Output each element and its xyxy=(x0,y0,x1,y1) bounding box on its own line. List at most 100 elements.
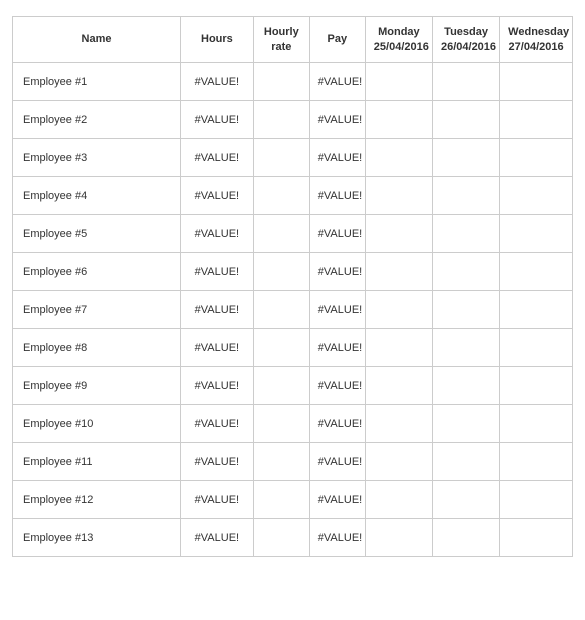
cell-name-1[interactable]: Employee #1 xyxy=(13,63,181,101)
cell-hours-10[interactable]: #VALUE! xyxy=(181,405,254,443)
cell-monday-12[interactable] xyxy=(365,481,432,519)
cell-rate-13[interactable] xyxy=(253,519,309,557)
cell-rate-5[interactable] xyxy=(253,215,309,253)
cell-wednesday-10[interactable] xyxy=(500,405,573,443)
cell-wednesday-5[interactable] xyxy=(500,215,573,253)
cell-rate-9[interactable] xyxy=(253,367,309,405)
cell-tuesday-7[interactable] xyxy=(432,291,499,329)
table-row: Employee #12#VALUE!#VALUE! xyxy=(13,481,573,519)
table-row: Employee #13#VALUE!#VALUE! xyxy=(13,519,573,557)
cell-rate-10[interactable] xyxy=(253,405,309,443)
cell-wednesday-11[interactable] xyxy=(500,443,573,481)
cell-name-13[interactable]: Employee #13 xyxy=(13,519,181,557)
cell-monday-2[interactable] xyxy=(365,101,432,139)
cell-tuesday-3[interactable] xyxy=(432,139,499,177)
cell-name-4[interactable]: Employee #4 xyxy=(13,177,181,215)
cell-wednesday-3[interactable] xyxy=(500,139,573,177)
cell-monday-11[interactable] xyxy=(365,443,432,481)
cell-monday-3[interactable] xyxy=(365,139,432,177)
cell-tuesday-1[interactable] xyxy=(432,63,499,101)
cell-name-7[interactable]: Employee #7 xyxy=(13,291,181,329)
cell-pay-6[interactable]: #VALUE! xyxy=(309,253,365,291)
cell-hours-4[interactable]: #VALUE! xyxy=(181,177,254,215)
cell-rate-11[interactable] xyxy=(253,443,309,481)
cell-name-2[interactable]: Employee #2 xyxy=(13,101,181,139)
cell-rate-1[interactable] xyxy=(253,63,309,101)
cell-hours-1[interactable]: #VALUE! xyxy=(181,63,254,101)
cell-pay-4[interactable]: #VALUE! xyxy=(309,177,365,215)
cell-name-8[interactable]: Employee #8 xyxy=(13,329,181,367)
cell-pay-2[interactable]: #VALUE! xyxy=(309,101,365,139)
cell-name-11[interactable]: Employee #11 xyxy=(13,443,181,481)
cell-name-6[interactable]: Employee #6 xyxy=(13,253,181,291)
cell-name-3[interactable]: Employee #3 xyxy=(13,139,181,177)
cell-tuesday-2[interactable] xyxy=(432,101,499,139)
cell-name-5[interactable]: Employee #5 xyxy=(13,215,181,253)
cell-tuesday-5[interactable] xyxy=(432,215,499,253)
cell-wednesday-7[interactable] xyxy=(500,291,573,329)
cell-rate-12[interactable] xyxy=(253,481,309,519)
cell-monday-9[interactable] xyxy=(365,367,432,405)
cell-hours-6[interactable]: #VALUE! xyxy=(181,253,254,291)
cell-tuesday-12[interactable] xyxy=(432,481,499,519)
spreadsheet-container: Name Hours Hourlyrate Pay Monday25/04/20… xyxy=(0,0,585,573)
cell-wednesday-12[interactable] xyxy=(500,481,573,519)
table-row: Employee #8#VALUE!#VALUE! xyxy=(13,329,573,367)
cell-hours-8[interactable]: #VALUE! xyxy=(181,329,254,367)
cell-monday-7[interactable] xyxy=(365,291,432,329)
cell-pay-7[interactable]: #VALUE! xyxy=(309,291,365,329)
cell-tuesday-9[interactable] xyxy=(432,367,499,405)
cell-tuesday-6[interactable] xyxy=(432,253,499,291)
cell-pay-11[interactable]: #VALUE! xyxy=(309,443,365,481)
cell-tuesday-13[interactable] xyxy=(432,519,499,557)
cell-hours-5[interactable]: #VALUE! xyxy=(181,215,254,253)
table-row: Employee #4#VALUE!#VALUE! xyxy=(13,177,573,215)
cell-rate-4[interactable] xyxy=(253,177,309,215)
cell-rate-3[interactable] xyxy=(253,139,309,177)
cell-tuesday-4[interactable] xyxy=(432,177,499,215)
cell-monday-4[interactable] xyxy=(365,177,432,215)
cell-pay-3[interactable]: #VALUE! xyxy=(309,139,365,177)
cell-pay-8[interactable]: #VALUE! xyxy=(309,329,365,367)
cell-name-10[interactable]: Employee #10 xyxy=(13,405,181,443)
cell-monday-5[interactable] xyxy=(365,215,432,253)
cell-hours-9[interactable]: #VALUE! xyxy=(181,367,254,405)
cell-name-9[interactable]: Employee #9 xyxy=(13,367,181,405)
cell-rate-2[interactable] xyxy=(253,101,309,139)
cell-pay-13[interactable]: #VALUE! xyxy=(309,519,365,557)
cell-hours-2[interactable]: #VALUE! xyxy=(181,101,254,139)
cell-wednesday-2[interactable] xyxy=(500,101,573,139)
cell-pay-10[interactable]: #VALUE! xyxy=(309,405,365,443)
cell-monday-10[interactable] xyxy=(365,405,432,443)
cell-tuesday-11[interactable] xyxy=(432,443,499,481)
cell-monday-8[interactable] xyxy=(365,329,432,367)
cell-hours-13[interactable]: #VALUE! xyxy=(181,519,254,557)
cell-hours-3[interactable]: #VALUE! xyxy=(181,139,254,177)
cell-wednesday-8[interactable] xyxy=(500,329,573,367)
cell-rate-8[interactable] xyxy=(253,329,309,367)
cell-monday-13[interactable] xyxy=(365,519,432,557)
cell-pay-9[interactable]: #VALUE! xyxy=(309,367,365,405)
cell-wednesday-9[interactable] xyxy=(500,367,573,405)
cell-rate-7[interactable] xyxy=(253,291,309,329)
cell-monday-1[interactable] xyxy=(365,63,432,101)
col-header-wednesday: Wednesday27/04/2016 xyxy=(500,17,573,63)
cell-rate-6[interactable] xyxy=(253,253,309,291)
cell-hours-7[interactable]: #VALUE! xyxy=(181,291,254,329)
cell-pay-1[interactable]: #VALUE! xyxy=(309,63,365,101)
col-header-tuesday: Tuesday26/04/2016 xyxy=(432,17,499,63)
cell-tuesday-10[interactable] xyxy=(432,405,499,443)
cell-hours-12[interactable]: #VALUE! xyxy=(181,481,254,519)
cell-wednesday-4[interactable] xyxy=(500,177,573,215)
cell-wednesday-1[interactable] xyxy=(500,63,573,101)
cell-pay-12[interactable]: #VALUE! xyxy=(309,481,365,519)
cell-hours-11[interactable]: #VALUE! xyxy=(181,443,254,481)
cell-pay-5[interactable]: #VALUE! xyxy=(309,215,365,253)
cell-name-12[interactable]: Employee #12 xyxy=(13,481,181,519)
cell-wednesday-13[interactable] xyxy=(500,519,573,557)
col-header-hours: Hours xyxy=(181,17,254,63)
table-row: Employee #7#VALUE!#VALUE! xyxy=(13,291,573,329)
cell-tuesday-8[interactable] xyxy=(432,329,499,367)
cell-wednesday-6[interactable] xyxy=(500,253,573,291)
cell-monday-6[interactable] xyxy=(365,253,432,291)
